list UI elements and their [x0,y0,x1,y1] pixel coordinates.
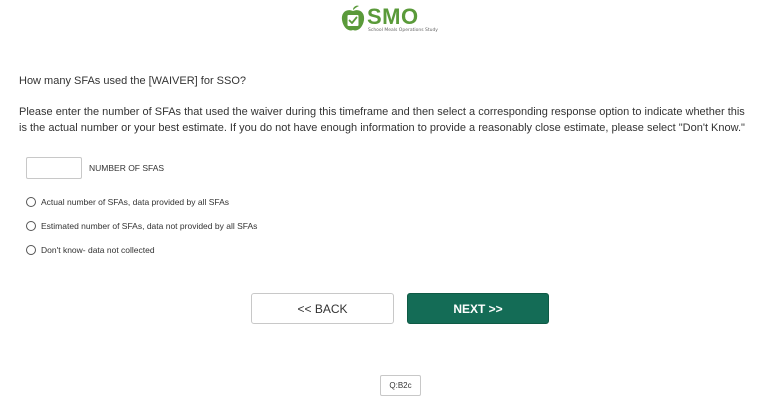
logo-name: SMO [367,4,419,29]
option-dont-know[interactable]: Don't know- data not collected [26,244,155,256]
question-text: How many SFAs used the [WAIVER] for SSO? [19,75,247,87]
apple-checkbox-icon [341,5,365,31]
next-button[interactable]: NEXT >> [407,293,549,324]
radio-button[interactable] [26,245,36,255]
option-estimated-number[interactable]: Estimated number of SFAs, data not provi… [26,220,257,232]
option-label: Don't know- data not collected [41,245,155,255]
number-of-sfas-label: NUMBER OF SFAS [89,163,165,173]
radio-button[interactable] [26,221,36,231]
question-id-badge: Q:B2c [380,375,421,396]
option-label: Actual number of SFAs, data provided by … [41,197,230,207]
question-instructions: Please enter the number of SFAs that use… [19,106,745,134]
logo-tagline: School Meals Operations Study [368,28,438,33]
option-actual-number[interactable]: Actual number of SFAs, data provided by … [26,196,229,208]
radio-button[interactable] [26,197,36,207]
option-label: Estimated number of SFAs, data not provi… [41,221,258,231]
back-button[interactable]: << BACK [251,293,394,324]
number-of-sfas-input[interactable] [26,157,82,179]
smo-logo: SMO School Meals Operations Study [337,2,447,36]
